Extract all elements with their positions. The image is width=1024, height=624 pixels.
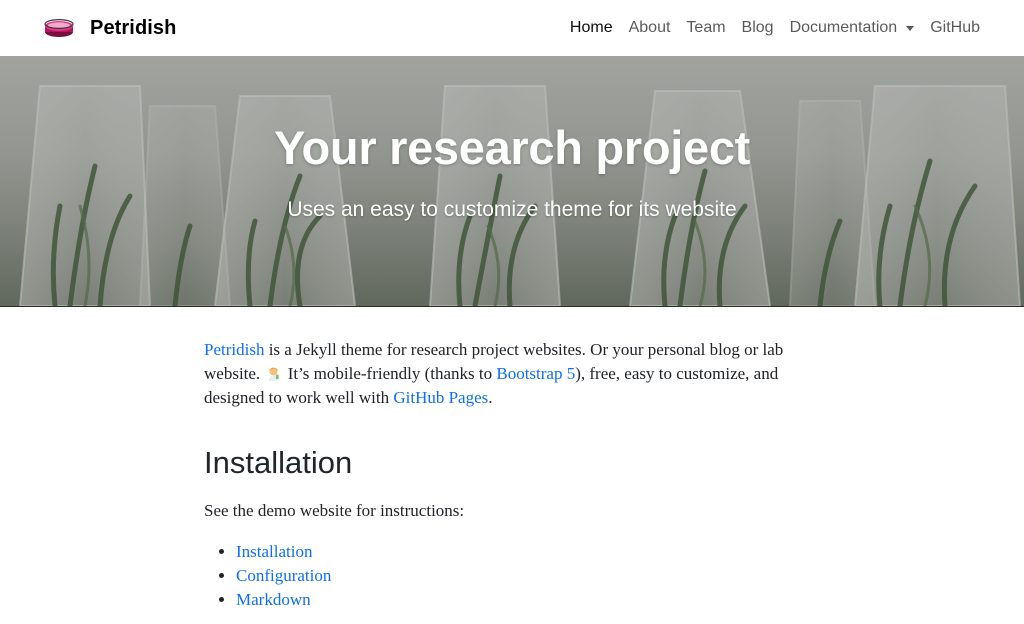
bootstrap-link[interactable]: Bootstrap 5 [496,364,575,383]
nav-team[interactable]: Team [686,19,725,37]
scientist-emoji-icon [269,367,280,381]
github-pages-link[interactable]: GitHub Pages [393,388,488,407]
nav-documentation-dropdown[interactable]: Documentation [790,19,915,37]
nav-blog[interactable]: Blog [742,19,774,37]
intro-text-2: It’s mobile-friendly (thanks to [283,364,497,383]
markdown-link[interactable]: Markdown [236,590,311,609]
hero-banner: Your research project Uses an easy to cu… [0,56,1024,307]
nav-github[interactable]: GitHub [930,19,980,37]
navbar: Petridish Home About Team Blog Documenta… [0,0,1024,56]
nav-links: Home About Team Blog Documentation GitHu… [554,0,980,56]
brand-name: Petridish [90,16,177,39]
nav-home[interactable]: Home [570,19,613,37]
intro-text-4: . [488,388,493,407]
list-item: Installation [236,540,824,564]
nav-documentation-label: Documentation [789,19,898,36]
installation-link-list: Installation Configuration Markdown [204,540,824,612]
nav-about[interactable]: About [629,19,671,37]
list-item: Configuration [236,564,824,588]
hero-subtitle: Uses an easy to customize theme for its … [287,198,737,221]
petri-dish-icon [44,18,74,37]
intro-paragraph: Petridish is a Jekyll theme for research… [204,338,824,410]
installation-heading: Installation [204,445,353,480]
brand-link[interactable]: Petridish [44,0,176,56]
caret-down-icon [906,26,915,31]
main-content: Petridish is a Jekyll theme for research… [204,338,824,612]
hero-overlay [0,56,1024,306]
installation-link[interactable]: Installation [236,542,312,561]
installation-text: See the demo website for instructions: [204,501,465,520]
petridish-link[interactable]: Petridish [204,340,264,359]
configuration-link[interactable]: Configuration [236,566,331,585]
list-item: Markdown [236,588,824,612]
hero-title: Your research project [273,121,751,174]
